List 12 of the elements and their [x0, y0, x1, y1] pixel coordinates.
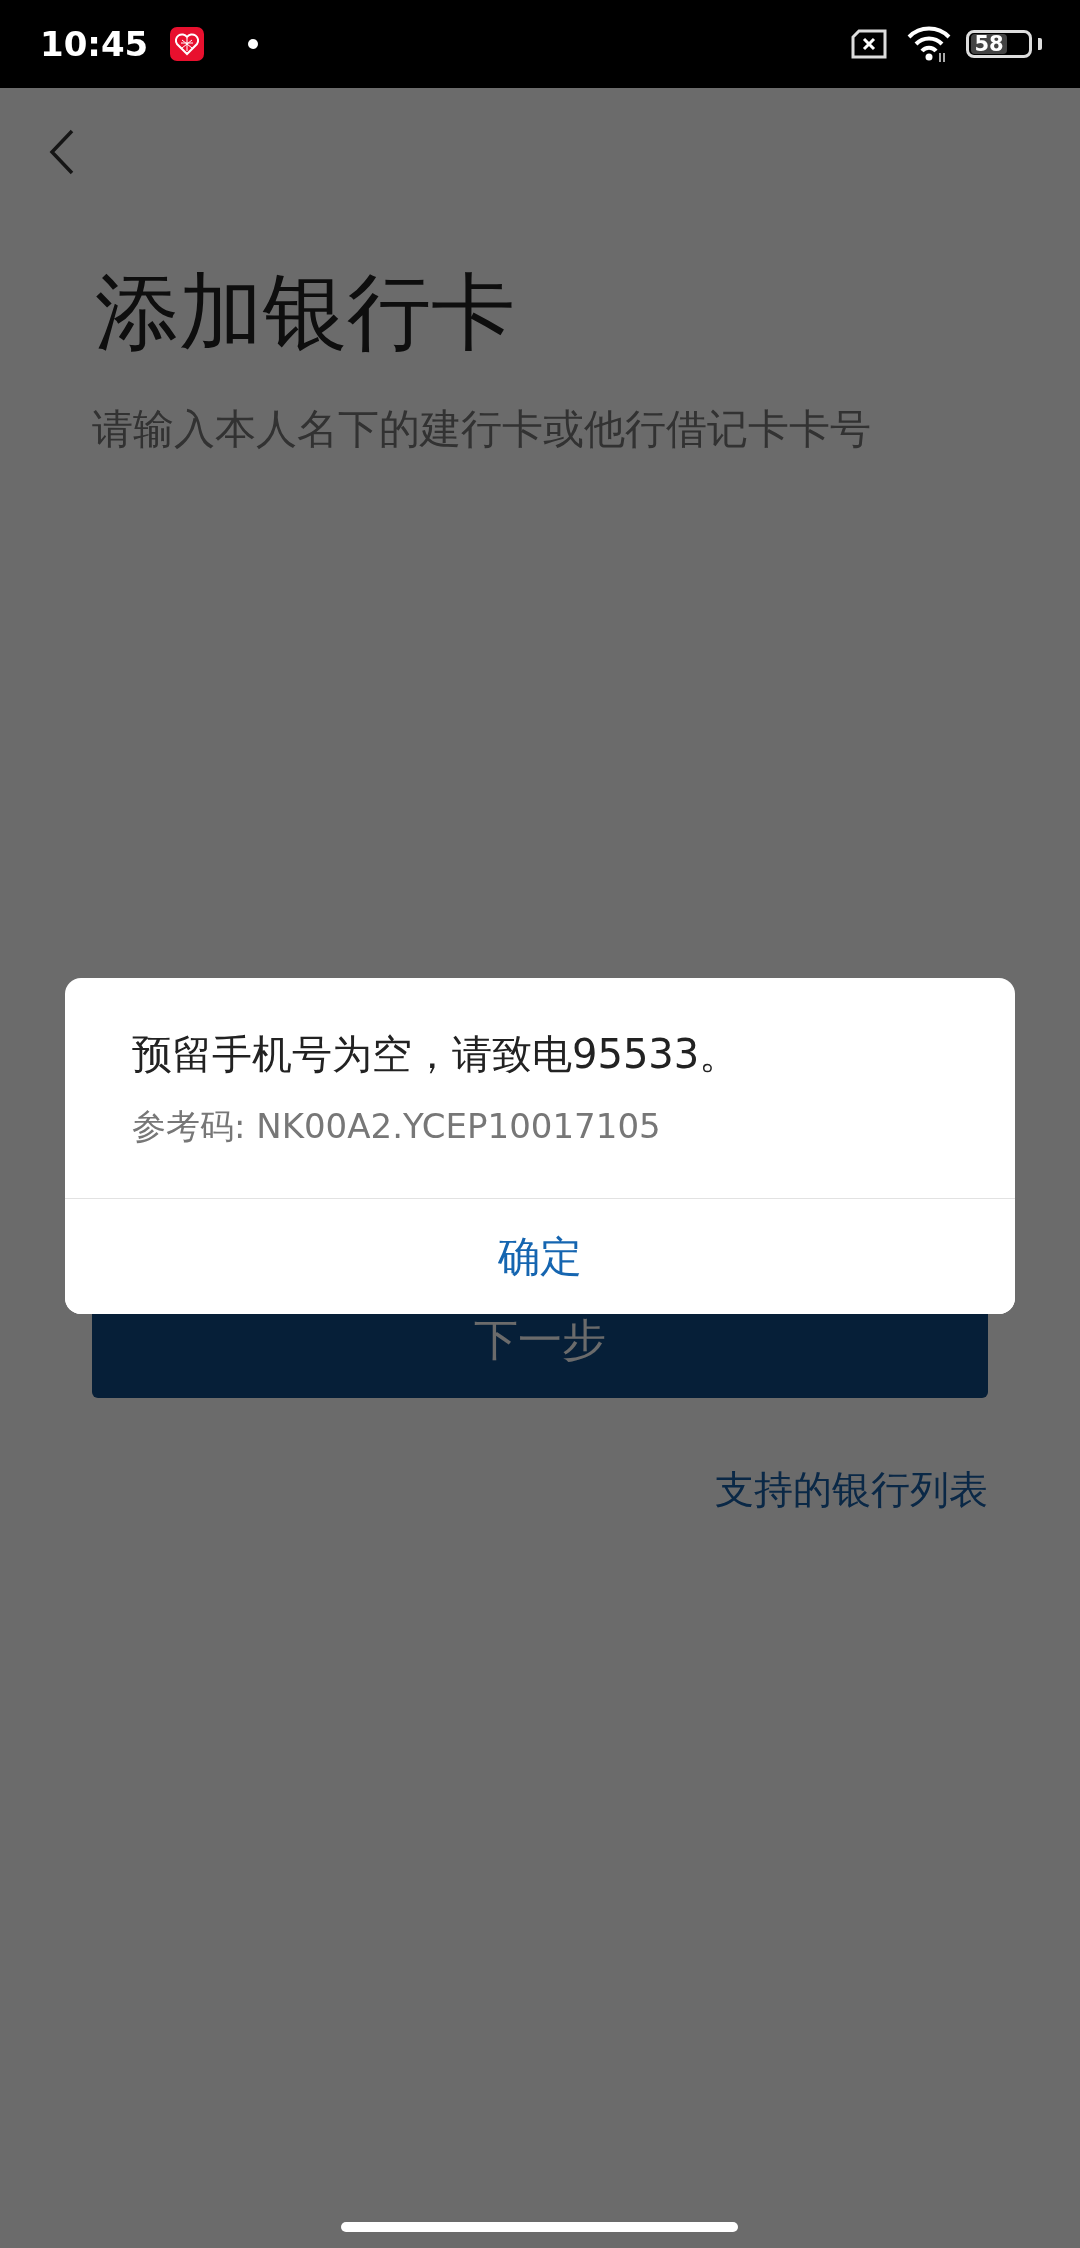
no-sim-icon — [850, 29, 888, 59]
dialog-message: 预留手机号为空，请致电95533。 — [132, 1030, 741, 1079]
back-icon[interactable] — [48, 128, 76, 176]
notification-dot-icon — [248, 39, 259, 49]
supported-banks-link[interactable]: 支持的银行列表 — [715, 1463, 988, 1518]
wifi-icon — [906, 25, 952, 63]
reference-code-text: 参考码: NK00A2.YCEP10017105 — [132, 1105, 662, 1148]
page-title: 添加银行卡 — [95, 262, 516, 363]
page-subtitle: 请输入本人名下的建行卡或他行借记卡卡号 — [92, 403, 872, 455]
status-time: 10:45 — [40, 24, 149, 64]
battery-level-text: 58 — [974, 33, 1004, 55]
heart-app-icon — [170, 27, 205, 61]
